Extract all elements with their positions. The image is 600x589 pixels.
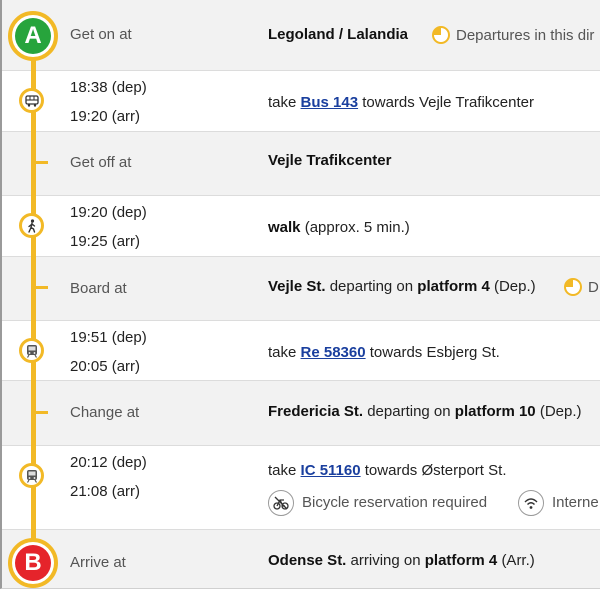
row-walk-leg: 19:20 (dep) 19:25 (arr) walk (approx. 5 …	[2, 195, 600, 256]
timeline-tick	[34, 286, 48, 289]
end-marker: B	[8, 538, 58, 588]
walking-person-icon	[19, 213, 44, 238]
row-bus-leg: 18:38 (dep) 19:20 (arr) take Bus 143 tow…	[2, 70, 600, 131]
train-icon	[19, 338, 44, 363]
walk-dep-time: 19:20 (dep)	[70, 204, 147, 221]
row-ic-leg: 20:12 (dep) 21:08 (arr) take IC 51160 to…	[2, 445, 600, 529]
get-off-station: Vejle Trafikcenter	[268, 152, 392, 169]
row-change: Change at Fredericia St. departing on pl…	[2, 380, 600, 445]
train-icon	[19, 463, 44, 488]
board-label: Board at	[70, 280, 127, 297]
row-board: Board at Vejle St. departing on platform…	[2, 256, 600, 320]
arrive-label: Arrive at	[70, 554, 126, 571]
get-on-station: Legoland / Lalandia	[268, 26, 409, 43]
internet-info: Interne	[518, 490, 599, 516]
row-re-leg: 19:51 (dep) 20:05 (arr) take Re 58360 to…	[2, 320, 600, 380]
change-label: Change at	[70, 404, 140, 421]
re-dep-time: 19:51 (dep)	[70, 329, 147, 346]
timeline-tick	[34, 411, 48, 414]
re-leg-desc: take Re 58360 towards Esbjerg St.	[268, 344, 500, 361]
bus-arr-time: 19:20 (arr)	[70, 108, 141, 125]
start-marker-letter: A	[15, 18, 51, 54]
bus-dep-time: 18:38 (dep)	[70, 79, 147, 96]
ic-dep-time: 20:12 (dep)	[70, 454, 147, 471]
bus-line-link[interactable]: Bus 143	[301, 94, 359, 111]
bicycle-icon	[268, 490, 294, 516]
start-marker: A	[8, 11, 58, 61]
get-off-label: Get off at	[70, 154, 132, 171]
board-departures-link[interactable]: D	[564, 278, 599, 296]
bus-leg-desc: take Bus 143 towards Vejle Trafikcenter	[268, 94, 534, 111]
departures-link[interactable]: Departures in this dir	[432, 26, 594, 44]
re-arr-time: 20:05 (arr)	[70, 358, 141, 375]
bicycle-reservation-info: Bicycle reservation required	[268, 490, 487, 516]
ic-arr-time: 21:08 (arr)	[70, 483, 141, 500]
bus-icon	[19, 88, 44, 113]
walk-arr-time: 19:25 (arr)	[70, 233, 141, 250]
row-get-off: Get off at Vejle Trafikcenter	[2, 131, 600, 195]
walk-desc: walk (approx. 5 min.)	[268, 219, 410, 236]
row-arrive: Arrive at Odense St. arriving on platfor…	[2, 529, 600, 588]
get-on-label: Get on at	[70, 26, 132, 43]
end-marker-letter: B	[15, 545, 51, 581]
clock-icon	[432, 26, 450, 44]
timeline-tick	[34, 161, 48, 164]
board-desc: Vejle St. departing on platform 4 (Dep.)	[268, 278, 536, 295]
arrive-desc: Odense St. arriving on platform 4 (Arr.)	[268, 552, 535, 569]
journey-itinerary: Get on at Legoland / Lalandia Departures…	[0, 0, 600, 589]
clock-icon	[564, 278, 582, 296]
row-get-on: Get on at Legoland / Lalandia Departures…	[2, 0, 600, 70]
ic-leg-desc: take IC 51160 towards Østerport St.	[268, 462, 507, 479]
wifi-icon	[518, 490, 544, 516]
re-line-link[interactable]: Re 58360	[301, 344, 366, 361]
change-desc: Fredericia St. departing on platform 10 …	[268, 403, 582, 420]
ic-line-link[interactable]: IC 51160	[301, 462, 361, 479]
